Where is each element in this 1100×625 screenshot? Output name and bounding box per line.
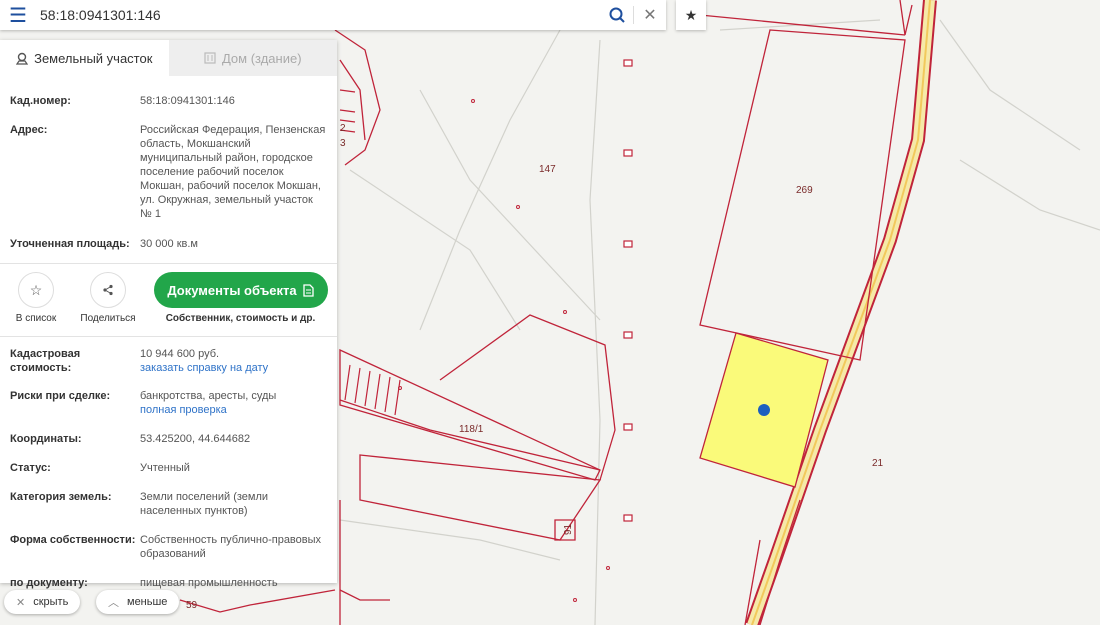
info-value-block: 10 944 600 руб. заказать справку на дату [140,347,327,375]
plot-label-21: 21 [872,458,884,469]
tab-land-plot-label: Земельный участок [34,50,153,66]
hide-label: скрыть [33,596,69,608]
less-label: меньше [127,596,168,608]
info-label: Кадастровая стоимость: [10,348,81,374]
info-row-document: по документу: пищевая промышленность [10,576,327,590]
add-to-list-action[interactable]: ☆ В список [0,272,72,324]
info-panel: Земельный участок Дом (здание) Кад.номер… [0,40,337,589]
cost-value: 10 944 600 руб. [140,348,220,360]
tab-building[interactable]: Дом (здание) [168,40,337,76]
info-value: Собственность публично-правовых образова… [140,534,322,560]
info-label: Категория земель: [10,491,112,503]
documents-action: Документы объекта Собственник, стоимость… [144,272,337,324]
order-certificate-link[interactable]: заказать справку на дату [140,361,327,375]
hide-panel-button[interactable]: ✕ скрыть [4,590,81,614]
plot-label-91: 91 [563,523,574,535]
info-value: пищевая промышленность [140,577,278,589]
plot-label-118-1: 118/1 [459,424,484,435]
cadnum-link[interactable]: 58:18:0941301:146 [140,94,327,108]
tab-land-plot[interactable]: Земельный участок [0,40,169,76]
close-icon[interactable]: ✕ [634,0,666,30]
building-icon [204,52,216,64]
info-top: Кад.номер: 58:18:0941301:146 Адрес: Росс… [0,94,337,251]
plot-label-147: 147 [539,164,556,175]
info-row-ownership: Форма собственности: Собственность публи… [10,533,327,561]
info-value: Учтенный [140,462,190,474]
divider [0,336,337,337]
info-value-block: банкротства, аресты, суды полная проверк… [140,389,327,417]
add-to-list-label: В список [15,313,57,324]
info-value: Российская Федерация, Пензенская область… [140,124,326,220]
plot-label-59: 59 [186,600,198,611]
info-row-area: Уточненная площадь: 30 000 кв.м [10,237,327,251]
info-label: по документу: [10,577,88,589]
search-input[interactable] [36,1,601,29]
share-label: Поделиться [80,313,136,324]
close-icon: ✕ [16,596,26,609]
documents-button-label: Документы объекта [167,282,297,298]
info-row-cadnum: Кад.номер: 58:18:0941301:146 [10,94,327,108]
star-outline-icon[interactable]: ☆ [18,272,54,308]
info-label: Статус: [10,462,51,474]
info-label: Кад.номер: [10,95,71,107]
documents-button[interactable]: Документы объекта [153,272,328,308]
menu-icon[interactable]: ☰ [0,0,36,30]
info-value: 53.425200, 44.644682 [140,433,251,445]
plot-label-3: 3 [340,138,346,149]
tab-building-label: Дом (здание) [221,50,302,66]
info-value: Земли поселений (земли населенных пункто… [140,491,269,517]
share-action[interactable]: Поделиться [72,272,144,324]
info-row-status: Статус: Учтенный [10,461,327,475]
location-marker[interactable] [758,404,770,416]
info-row-category: Категория земель: Земли поселений (земли… [10,490,327,518]
info-row-risks: Риски при сделке: банкротства, аресты, с… [10,389,327,417]
tab-bar: Земельный участок Дом (здание) [0,40,337,76]
share-icon[interactable] [90,272,126,308]
info-label: Уточненная площадь: [10,238,130,250]
risks-value: банкротства, аресты, суды [140,390,277,402]
star-icon[interactable]: ★ [676,0,706,30]
info-label: Форма собственности: [10,534,136,546]
land-plot-icon [16,52,29,65]
plot-label-2: 2 [340,123,346,134]
info-value: 30 000 кв.м [140,238,198,250]
info-row-coords: Координаты: 53.425200, 44.644682 [10,432,327,446]
less-button[interactable]: ︿ меньше [96,590,180,614]
info-label: Риски при сделке: [10,390,111,402]
info-row-cost: Кадастровая стоимость: 10 944 600 руб. з… [10,347,327,375]
info-label: Адрес: [10,124,48,136]
info-bottom: Кадастровая стоимость: 10 944 600 руб. з… [0,347,337,590]
info-row-address: Адрес: Российская Федерация, Пензенская … [10,123,327,221]
document-icon [303,283,314,297]
documents-sub-label: Собственник, стоимость и др. [165,313,316,324]
search-icon[interactable] [601,0,633,30]
chevron-up-icon: ︿ [108,597,119,609]
info-label: Координаты: [10,433,82,445]
search-bar: ☰ ✕ [0,0,666,30]
full-check-link[interactable]: полная проверка [140,403,327,417]
plot-label-269: 269 [796,185,813,196]
action-bar: ☆ В список Поделиться Документы объекта … [0,264,337,336]
